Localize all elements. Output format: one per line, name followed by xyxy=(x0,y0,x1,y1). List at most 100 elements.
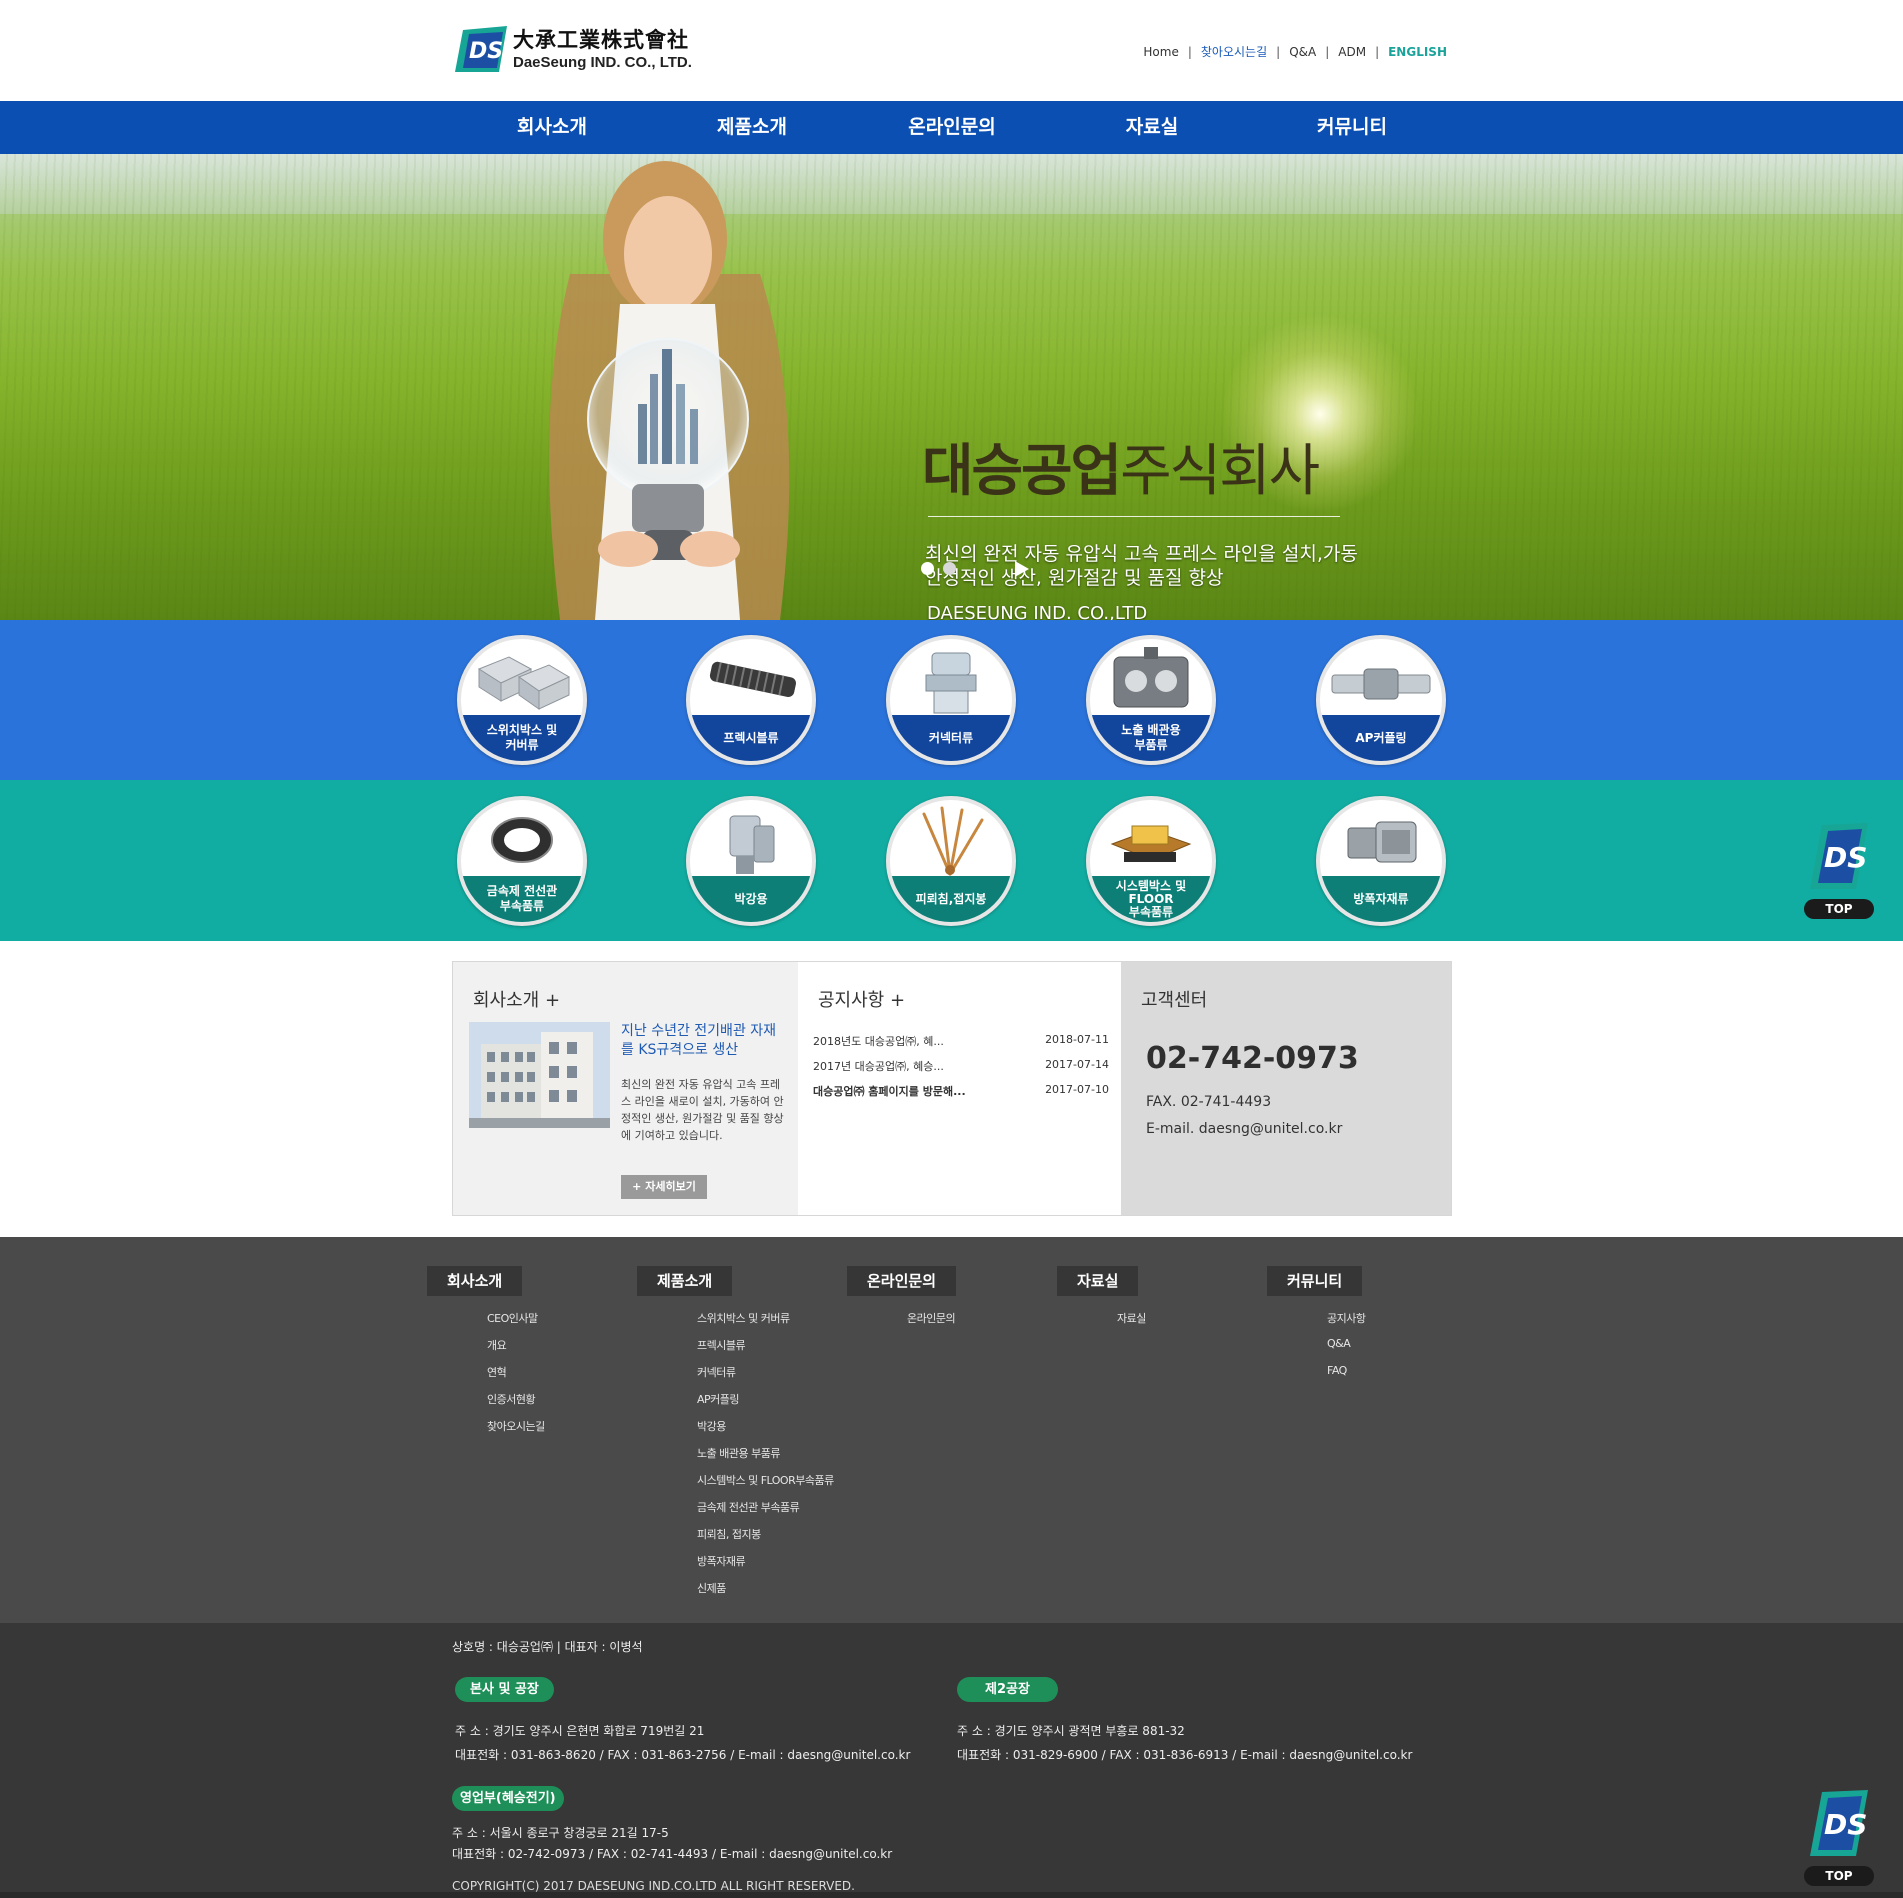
play-icon[interactable] xyxy=(1015,561,1029,577)
product-label-line2: 부품류 xyxy=(1134,738,1168,752)
hero-title-bold: 대승공업 xyxy=(922,439,1122,504)
more-button[interactable]: + 자세히보기 xyxy=(621,1175,707,1199)
notice-item-title[interactable]: 2018년도 대승공업㈜, 혜... xyxy=(813,1033,944,1049)
sitemap-link[interactable]: Q&A xyxy=(1327,1337,1365,1364)
nav-archive[interactable]: 자료실 xyxy=(1072,101,1232,154)
sitemap-link[interactable]: CEO인사말 xyxy=(487,1310,545,1337)
product-label-line1: 프렉시블류 xyxy=(723,731,779,745)
scroll-top-button-footer[interactable]: DS TOP xyxy=(1804,1790,1874,1886)
slide-indicator-2[interactable] xyxy=(943,562,956,575)
nav-community[interactable]: 커뮤니티 xyxy=(1272,101,1432,154)
product-label: AP커플링 xyxy=(1320,715,1442,761)
main-nav: 회사소개 제품소개 온라인문의 자료실 커뮤니티 xyxy=(0,101,1903,154)
product-label-line1: 커넥터류 xyxy=(928,731,974,745)
customer-phone: 02-742-0973 xyxy=(1146,1041,1359,1076)
sitemap-head[interactable]: 제품소개 xyxy=(637,1266,733,1296)
sitemap-link[interactable]: 시스템박스 및 FLOOR부속품류 xyxy=(697,1472,834,1499)
product-label: 방폭자재류 xyxy=(1320,876,1442,922)
nav-company[interactable]: 회사소개 xyxy=(472,101,632,154)
notice-item-title[interactable]: 대승공업㈜ 홈페이지를 방문해... xyxy=(813,1083,966,1099)
svg-text:DS: DS xyxy=(1824,841,1867,874)
product-thin-steel[interactable]: 박강용 xyxy=(686,796,816,926)
sitemap-link[interactable]: 금속제 전선관 부속품류 xyxy=(697,1499,834,1526)
sitemap-head[interactable]: 커뮤니티 xyxy=(1267,1266,1363,1296)
product-exposed-pipe-parts[interactable]: 노출 배관용 부품류 xyxy=(1086,635,1216,765)
product-system-box[interactable]: 시스템박스 및 FLOOR 부속품류 xyxy=(1086,796,1216,926)
sitemap-link[interactable]: 박강용 xyxy=(697,1418,834,1445)
hero-desc-line1: 최신의 완전 자동 유압식 고속 프레스 라인을 설치,가동 xyxy=(925,543,1358,565)
notice-title[interactable]: 공지사항 + xyxy=(818,986,905,1012)
sitemap-link[interactable]: 연혁 xyxy=(487,1364,545,1391)
explosion-proof-fitting-icon xyxy=(1347,821,1417,863)
product-label-line1: 박강용 xyxy=(734,892,768,906)
sitemap-list: 공지사항 Q&A FAQ xyxy=(1327,1310,1366,1391)
product-explosion-proof[interactable]: 방폭자재류 xyxy=(1316,796,1446,926)
product-switchbox[interactable]: 스위치박스 및 커버류 xyxy=(457,635,587,765)
product-label-line2: 커버류 xyxy=(505,738,539,752)
factory2-label: 제2공장 xyxy=(957,1677,1058,1702)
util-adm-link[interactable]: ADM xyxy=(1338,45,1366,59)
product-label-line1: 금속제 전선관 xyxy=(486,884,558,898)
ap-coupling-icon xyxy=(1331,668,1431,700)
hq-address: 주 소 : 경기도 양주시 은현면 화합로 719번길 21 xyxy=(455,1724,705,1738)
sales-label: 영업부(혜승전기) xyxy=(452,1786,564,1811)
util-english-link[interactable]: ENGLISH xyxy=(1388,45,1447,59)
product-label-line1: 피뢰침,접지봉 xyxy=(915,892,987,906)
sitemap-link[interactable]: 방폭자재류 xyxy=(697,1553,834,1580)
product-label: 커넥터류 xyxy=(890,715,1012,761)
about-headline[interactable]: 지난 수년간 전기배관 자재를 KS규격으로 생산 xyxy=(621,1022,786,1060)
sitemap-link[interactable]: 커넥터류 xyxy=(697,1364,834,1391)
bottom-bar xyxy=(0,1892,1903,1898)
site-logo[interactable]: DS 大承工業株式會社 DaeSeung IND. CO., LTD. xyxy=(455,22,695,80)
sitemap-link[interactable]: 피뢰침, 접지봉 xyxy=(697,1526,834,1553)
slide-indicator-1[interactable] xyxy=(921,562,934,575)
switchbox-icon xyxy=(477,656,571,710)
nav-products[interactable]: 제품소개 xyxy=(672,101,832,154)
sitemap-link[interactable]: AP커플링 xyxy=(697,1391,834,1418)
site-header: DS 大承工業株式會社 DaeSeung IND. CO., LTD. Home… xyxy=(0,0,1903,101)
product-connector[interactable]: 커넥터류 xyxy=(886,635,1016,765)
about-title[interactable]: 회사소개 + xyxy=(473,986,560,1012)
product-flexible[interactable]: 프렉시블류 xyxy=(686,635,816,765)
footer-sitemap: 회사소개 CEO인사말 개요 연혁 인증서현황 찾아오시는길 제품소개 스위치박… xyxy=(0,1237,1903,1623)
top-label[interactable]: TOP xyxy=(1804,1866,1874,1886)
scroll-top-button[interactable]: DS TOP xyxy=(1804,823,1874,919)
sitemap-head[interactable]: 자료실 xyxy=(1057,1266,1139,1296)
factory2-contact: 대표전화 : 031-829-6900 / FAX : 031-836-6913… xyxy=(957,1748,1413,1762)
sitemap-link[interactable]: 개요 xyxy=(487,1337,545,1364)
sitemap-link[interactable]: 온라인문의 xyxy=(907,1310,956,1337)
sitemap-link[interactable]: 스위치박스 및 커버류 xyxy=(697,1310,834,1337)
product-label: 박강용 xyxy=(690,876,812,922)
product-metal-conduit-parts[interactable]: 금속제 전선관 부속품류 xyxy=(457,796,587,926)
sitemap-link[interactable]: 신제품 xyxy=(697,1580,834,1607)
sitemap-link[interactable]: 자료실 xyxy=(1117,1310,1146,1337)
notice-item-title[interactable]: 2017년 대승공업㈜, 혜승... xyxy=(813,1058,944,1074)
sitemap-link[interactable]: 노출 배관용 부품류 xyxy=(697,1445,834,1472)
sitemap-head[interactable]: 회사소개 xyxy=(427,1266,523,1296)
metal-ring-icon xyxy=(491,817,553,863)
sitemap-link[interactable]: 공지사항 xyxy=(1327,1310,1366,1337)
sitemap-link[interactable]: 찾아오시는길 xyxy=(487,1418,545,1445)
sitemap-link[interactable]: FAQ xyxy=(1327,1364,1365,1391)
factory2-address: 주 소 : 경기도 양주시 광적면 부흥로 881-32 xyxy=(957,1724,1185,1738)
util-qna-link[interactable]: Q&A xyxy=(1289,45,1316,59)
sitemap-head[interactable]: 온라인문의 xyxy=(847,1266,957,1296)
product-label: 노출 배관용 부품류 xyxy=(1090,715,1212,761)
util-home-link[interactable]: Home xyxy=(1143,45,1178,59)
nav-inquiry[interactable]: 온라인문의 xyxy=(872,101,1032,154)
sitemap-link[interactable]: 프렉시블류 xyxy=(697,1337,834,1364)
top-label[interactable]: TOP xyxy=(1804,899,1874,919)
product-ap-coupling[interactable]: AP커플링 xyxy=(1316,635,1446,765)
girl-with-lightbulb-image xyxy=(549,161,790,620)
product-label-line2: 부속품류 xyxy=(499,899,545,913)
sitemap-link[interactable]: 인증서현황 xyxy=(487,1391,545,1418)
footer-company: 상호명 : 대승공업㈜ | 대표자 : 이병석 xyxy=(452,1640,643,1654)
info-section: 회사소개 + 지난 수년간 전기배관 자재를 KS규격으로 생산 최신의 완전 … xyxy=(452,961,1452,1216)
product-lightning-rod[interactable]: 피뢰침,접지봉 xyxy=(886,796,1016,926)
product-label-line3: 부속품류 xyxy=(1128,905,1174,919)
product-label: 시스템박스 및 FLOOR 부속품류 xyxy=(1090,876,1212,922)
hero-desc-line2: 안정적인 생산, 원가절감 및 품질 향상 xyxy=(925,567,1224,589)
product-label-line1: 스위치박스 및 xyxy=(486,723,558,737)
company-building-photo xyxy=(469,1022,610,1128)
util-directions-link[interactable]: 찾아오시는길 xyxy=(1201,45,1267,59)
